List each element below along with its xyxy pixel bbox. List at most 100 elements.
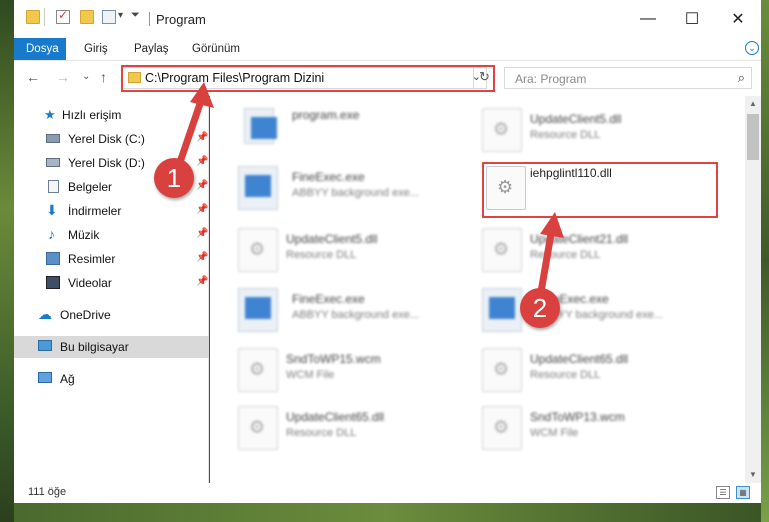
close-button[interactable]: ✕ [715,0,761,38]
sidebar-item-label: Bu bilgisayar [60,340,129,354]
navigation-pane: ★ Hızlı erişim Yerel Disk (C:) 📌 Yerel D… [14,96,209,483]
pin-icon[interactable]: 📌 [196,156,208,167]
scroll-thumb[interactable] [747,114,759,160]
sidebar-item-label: İndirmeler [68,204,122,218]
download-icon: ⬇ [46,202,58,218]
up-button[interactable]: ↑ [100,69,107,85]
pin-icon[interactable]: 📌 [196,228,208,239]
pin-icon[interactable]: 📌 [196,132,208,143]
file-item[interactable]: SndToWP13.wcm WCM File [482,400,722,456]
step-badge-2: 2 [520,288,560,328]
file-item[interactable]: UpdateClient65.dll Resource DLL [482,342,722,398]
network-icon [38,372,52,383]
navigation-bar: ← → ⌄ ↑ C:\Program Files\Program Dizini … [14,60,761,96]
file-name: FineExec.exe [292,292,365,306]
sidebar-item-music[interactable]: ♪ Müzik 📌 [14,224,209,246]
pin-icon[interactable]: 📌 [196,204,208,215]
file-item[interactable]: FineExec.exe ABBYY background exe... [238,160,478,216]
address-highlight-box [121,65,495,92]
file-highlight-box [482,162,718,218]
file-item[interactable]: UpdateClient21.dll Resource DLL [482,222,722,278]
file-description: Resource DLL [530,129,601,141]
pin-icon[interactable]: 📌 [196,180,208,191]
dll-icon [238,228,278,272]
sidebar-item-label: Müzik [68,228,100,242]
wcm-icon [238,348,278,392]
drive-icon [46,134,60,143]
maximize-button[interactable]: ☐ [669,0,715,38]
desktop-background-right [761,0,769,522]
sidebar-item-label: OneDrive [60,308,111,322]
sidebar-item-pictures[interactable]: Resimler 📌 [14,248,209,270]
desktop-background-bottom [14,503,761,522]
wcm-icon [482,406,522,450]
file-item[interactable]: program.exe [238,102,478,158]
recent-locations-button[interactable]: ⌄ [82,71,90,82]
folder-icon [26,10,40,24]
details-view-icon[interactable]: ☰ [716,486,730,499]
tab-view[interactable]: Görünüm [180,38,252,60]
documents-icon [48,180,59,193]
file-description: ABBYY background exe... [292,309,419,321]
sidebar-item-quick-access[interactable]: ★ Hızlı erişim [14,104,209,126]
file-list: program.exe UpdateClient5.dll Resource D… [210,96,745,483]
dll-icon [482,348,522,392]
expand-ribbon-icon[interactable]: ⌄ [745,41,759,55]
back-button[interactable]: ← [26,69,40,85]
exe-icon [244,108,277,144]
forward-button[interactable]: → [56,69,70,85]
tab-file[interactable]: Dosya [14,38,66,60]
sidebar-item-this-pc[interactable]: Bu bilgisayar [14,336,209,358]
pin-icon[interactable]: 📌 [196,252,208,263]
minimize-button[interactable]: — [625,0,671,38]
search-box[interactable]: Ara: Program ⌕ [504,67,752,89]
file-name: SndToWP13.wcm [530,410,625,424]
dll-icon [238,406,278,450]
file-name: UpdateClient21.dll [530,232,629,246]
qa-customize-arrow-icon[interactable]: ⏷ [131,9,140,22]
title-separator [149,12,150,26]
pictures-icon [46,252,60,265]
file-description: ABBYY background exe... [292,187,419,199]
file-item[interactable]: SndToWP15.wcm WCM File [238,342,478,398]
file-item[interactable]: UpdateClient65.dll Resource DLL [238,400,478,456]
file-item[interactable]: FineExec.exe ABBYY background exe... [238,282,478,338]
star-icon: ★ [44,107,56,122]
large-icons-view-icon[interactable]: ▦ [736,486,750,499]
file-name: UpdateClient5.dll [286,232,378,246]
customize-icon[interactable] [102,10,116,24]
file-item[interactable]: UpdateClient5.dll Resource DLL [482,102,722,158]
sidebar-item-local-disk-c[interactable]: Yerel Disk (C:) 📌 [14,128,209,150]
sidebar-item-label: Belgeler [68,180,113,194]
search-icon[interactable]: ⌕ [738,70,745,86]
file-description: Resource DLL [286,427,357,439]
title-bar: ▾ ⏷ Program — ☐ ✕ [14,0,761,38]
sidebar-item-label: Yerel Disk (C:) [68,132,145,146]
search-input[interactable]: Ara: Program [515,72,586,86]
vertical-scrollbar[interactable]: ▲ ▼ [745,96,761,483]
sidebar-item-onedrive[interactable]: ☁ OneDrive [14,304,209,326]
file-item[interactable]: UpdateClient5.dll Resource DLL [238,222,478,278]
exe-icon [238,288,278,332]
exe-icon [482,288,522,332]
sidebar-item-videos[interactable]: Videolar 📌 [14,272,209,294]
computer-icon [38,340,52,351]
cloud-icon: ☁ [38,306,52,322]
file-description: WCM File [530,427,579,439]
scroll-up-icon[interactable]: ▲ [745,96,761,112]
tab-share[interactable]: Paylaş [122,38,181,60]
file-name: UpdateClient5.dll [530,112,622,126]
qa-dropdown-icon[interactable]: ▾ [118,10,123,21]
scroll-down-icon[interactable]: ▼ [745,467,761,483]
drive-icon [46,158,60,167]
sidebar-item-downloads[interactable]: ⬇ İndirmeler 📌 [14,200,209,222]
divider [44,8,45,26]
properties-icon[interactable] [56,8,70,24]
new-folder-icon[interactable] [80,10,94,24]
file-item[interactable]: FineExec.exe ABBYY background exe... [482,282,722,338]
tab-home[interactable]: Giriş [72,38,120,60]
pin-icon[interactable]: 📌 [196,276,208,287]
file-description: Resource DLL [530,369,601,381]
file-description: Resource DLL [286,249,357,261]
sidebar-item-network[interactable]: Ağ [14,368,209,390]
